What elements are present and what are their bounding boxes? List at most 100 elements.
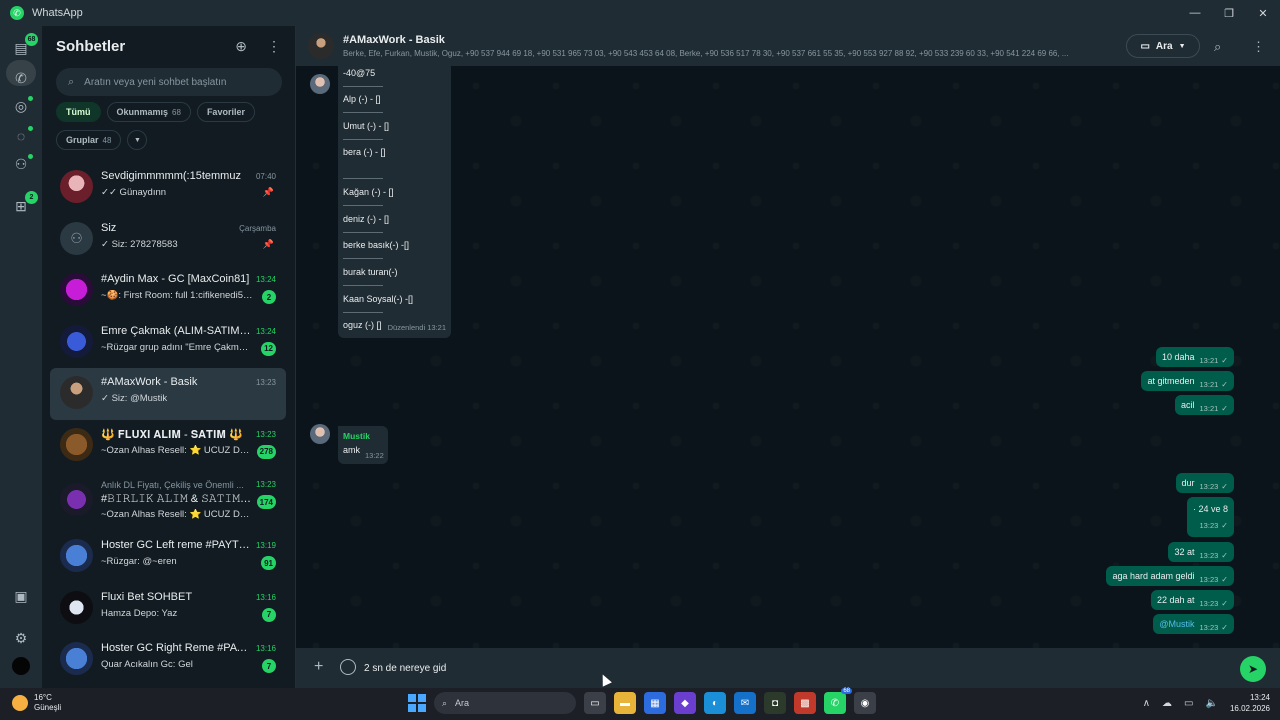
filter-chips: Tümü Okunmamış 68 Favoriler Gruplar 48 ▼ bbox=[56, 102, 286, 150]
search-icon[interactable]: ⌕ bbox=[1214, 39, 1221, 55]
sticker-icon[interactable] bbox=[340, 659, 356, 675]
divider bbox=[343, 312, 383, 313]
call-label: Ara bbox=[1155, 40, 1173, 52]
message-line: bera (-) - [] bbox=[343, 147, 386, 157]
chrome-icon[interactable]: ◉ bbox=[854, 692, 876, 714]
chat-name: #𝙱𝙸𝚁𝙻𝙸𝙺 𝙰𝙻𝙸𝙼 & 𝚂𝙰𝚃𝙸𝙼 #3 ... bbox=[101, 493, 251, 505]
chat-avatar bbox=[60, 427, 93, 461]
unread-badge: 174 bbox=[256, 495, 276, 509]
menu-dots-icon[interactable]: ⋮ bbox=[1252, 39, 1265, 55]
divider bbox=[343, 139, 383, 140]
restore-icon[interactable]: ❐ bbox=[1212, 0, 1246, 26]
incoming-message[interactable]: Mustik amk 13:22 bbox=[338, 426, 388, 464]
chat-name: #AMaxWork - Basik bbox=[101, 376, 198, 388]
clock[interactable]: 13:24 16.02.2026 bbox=[1230, 692, 1270, 714]
sent-check-icon: ✓ bbox=[1221, 575, 1228, 584]
channels-icon[interactable]: ◌ bbox=[11, 126, 33, 146]
filter-unread[interactable]: Okunmamış 68 bbox=[106, 102, 191, 122]
calls-icon[interactable]: ✆ bbox=[11, 68, 31, 88]
edge-icon[interactable]: ◐ bbox=[704, 692, 726, 714]
communities-dot bbox=[28, 154, 33, 159]
new-chat-icon[interactable]: ⊕ bbox=[235, 38, 247, 55]
filter-groups[interactable]: Gruplar 48 bbox=[56, 130, 122, 150]
chat-list: Sevdigimmmmm(:15temmuz 07:40 ✓✓ Günaydın… bbox=[50, 162, 286, 686]
sun-icon bbox=[12, 695, 28, 711]
unread-badge: 2 bbox=[262, 290, 276, 304]
group-avatar[interactable] bbox=[308, 33, 334, 59]
filter-more-chevron-down-icon[interactable]: ▼ bbox=[127, 130, 148, 150]
mention-text[interactable]: @Mustik bbox=[1159, 619, 1194, 629]
chat-item[interactable]: Sevdigimmmmm(:15temmuz 07:40 ✓✓ Günaydın… bbox=[50, 162, 286, 214]
outgoing-message[interactable]: @Mustik 13:23 ✓ bbox=[1153, 614, 1234, 634]
app-icon[interactable]: ◘ bbox=[764, 692, 786, 714]
communities-icon[interactable]: ⚇ bbox=[11, 154, 33, 174]
profile-avatar[interactable] bbox=[11, 656, 31, 676]
filter-unread-count: 68 bbox=[172, 107, 181, 117]
game-icon[interactable]: ▩ bbox=[794, 692, 816, 714]
message-input[interactable] bbox=[364, 656, 1224, 680]
office-icon[interactable]: ◆ bbox=[674, 692, 696, 714]
menu-dots-icon[interactable]: ⋮ bbox=[267, 38, 281, 55]
chevron-up-icon[interactable]: ∧ bbox=[1143, 698, 1150, 709]
display-icon[interactable]: ▭ bbox=[1184, 698, 1193, 709]
filter-favorites[interactable]: Favoriler bbox=[196, 102, 255, 122]
media-gallery-icon[interactable]: ▣ bbox=[11, 586, 31, 606]
chat-item[interactable]: Hoster GC Left reme #PAYTO... 13:19 ~Rüz… bbox=[50, 531, 286, 583]
chat-item[interactable]: ⚇ Siz Çarşamba ✓ Siz: 278278583 📌 bbox=[50, 214, 286, 266]
temperature: 16°C bbox=[34, 693, 52, 702]
message-line: deniz (-) - [] bbox=[343, 214, 390, 224]
status-icon[interactable]: ◎ bbox=[11, 96, 33, 116]
outgoing-message[interactable]: 22 dah at 13:23 ✓ bbox=[1150, 590, 1234, 610]
message-text: 10 daha bbox=[1161, 352, 1195, 362]
outgoing-message[interactable]: · 24 ve 8 13:23 ✓ bbox=[1186, 497, 1234, 537]
taskbar-search[interactable]: ⌕ Ara bbox=[434, 692, 576, 714]
chats-icon[interactable]: ▤ 68 bbox=[11, 33, 38, 58]
chat-item[interactable]: 🔱 𝐅𝐋𝐔𝐗𝐈 𝐀𝐋𝐈𝐌 - 𝐒𝐀𝐓𝐈𝐌 🔱 13:23 ~Ozan Alhas… bbox=[50, 420, 286, 472]
chat-preview: Hamza Depo: Yaz bbox=[101, 607, 178, 619]
whatsapp-taskbar-icon[interactable]: ✆ 68 bbox=[824, 688, 852, 714]
mail-icon[interactable]: ✉ bbox=[734, 692, 756, 714]
send-icon[interactable]: ➤ bbox=[1240, 656, 1266, 682]
message-bubble[interactable]: -40@75 Alp (-) - [] Umut (-) - [] bera (… bbox=[338, 66, 451, 338]
message-time: 13:23 bbox=[1199, 623, 1219, 632]
conversation-header[interactable]: #AMaxWork - Basik Berke, Efe, Furkan, Mu… bbox=[296, 26, 1280, 66]
chat-item[interactable]: #Aydin Max - GC [MaxCoin81] 13:24 ~🍪: Fi… bbox=[50, 265, 286, 317]
chat-preview: ✓ Siz: @Mustik bbox=[101, 393, 168, 404]
archive-icon[interactable]: ⊞ 2 bbox=[11, 191, 38, 216]
chat-item[interactable]: Anlık DL Fiyatı, Çekiliş ve Önemli ... #… bbox=[50, 471, 286, 531]
outgoing-message[interactable]: acil 13:21 ✓ bbox=[1175, 395, 1234, 415]
outgoing-message[interactable]: 10 daha 13:21 ✓ bbox=[1155, 347, 1234, 367]
call-button[interactable]: ▭ Ara ▼ bbox=[1126, 34, 1200, 58]
close-icon[interactable]: ✕ bbox=[1246, 0, 1280, 26]
outgoing-message[interactable]: 32 at 13:23 ✓ bbox=[1168, 542, 1234, 562]
outgoing-message[interactable]: at gitmeden 13:21 ✓ bbox=[1141, 371, 1234, 391]
settings-icon[interactable]: ⚙ bbox=[11, 628, 31, 648]
store-icon[interactable]: ▦ bbox=[644, 692, 666, 714]
file-explorer-icon[interactable]: ▬ bbox=[614, 692, 636, 714]
windows-start-icon[interactable] bbox=[408, 694, 426, 712]
weather-label: Güneşli bbox=[34, 703, 62, 712]
search-input[interactable] bbox=[84, 76, 265, 88]
unread-badge: 278 bbox=[256, 444, 276, 459]
chat-time: 13:23 bbox=[255, 480, 276, 489]
filter-all[interactable]: Tümü bbox=[56, 102, 101, 122]
chat-item[interactable]: Fluxi Bet SOHBET 13:16 Hamza Depo: Yaz 7 bbox=[50, 583, 286, 635]
weather-widget[interactable]: 16°C Güneşli bbox=[12, 693, 61, 713]
attach-plus-icon[interactable]: + bbox=[314, 658, 323, 676]
outgoing-message[interactable]: aga hard adam geldi 13:23 ✓ bbox=[1106, 566, 1234, 586]
sender-avatar[interactable] bbox=[310, 74, 330, 94]
onedrive-icon[interactable]: ☁ bbox=[1162, 698, 1172, 709]
whatsapp-taskbar-badge: 68 bbox=[841, 688, 852, 694]
unread-badge: 91 bbox=[261, 556, 276, 570]
task-view-icon[interactable]: ▭ bbox=[584, 692, 606, 714]
outgoing-message[interactable]: dur 13:23 ✓ bbox=[1175, 473, 1234, 493]
volume-icon[interactable]: 🔈 bbox=[1206, 698, 1218, 709]
group-title: #AMaxWork - Basik bbox=[343, 34, 445, 46]
search-box[interactable]: ⌕ bbox=[56, 68, 282, 96]
chat-item[interactable]: Hoster GC Right Reme #PAY... 13:16 Quar … bbox=[50, 634, 286, 686]
minimize-icon[interactable]: — bbox=[1178, 0, 1212, 26]
sender-avatar[interactable] bbox=[310, 424, 330, 444]
chat-item-selected[interactable]: #AMaxWork - Basik 13:23 ✓ Siz: @Mustik bbox=[50, 368, 286, 420]
sidebar-title: Sohbetler bbox=[56, 38, 126, 55]
chat-item[interactable]: Emre Çakmak (ALIM-SATIM) ... 13:24 ~Rüzg… bbox=[50, 317, 286, 369]
